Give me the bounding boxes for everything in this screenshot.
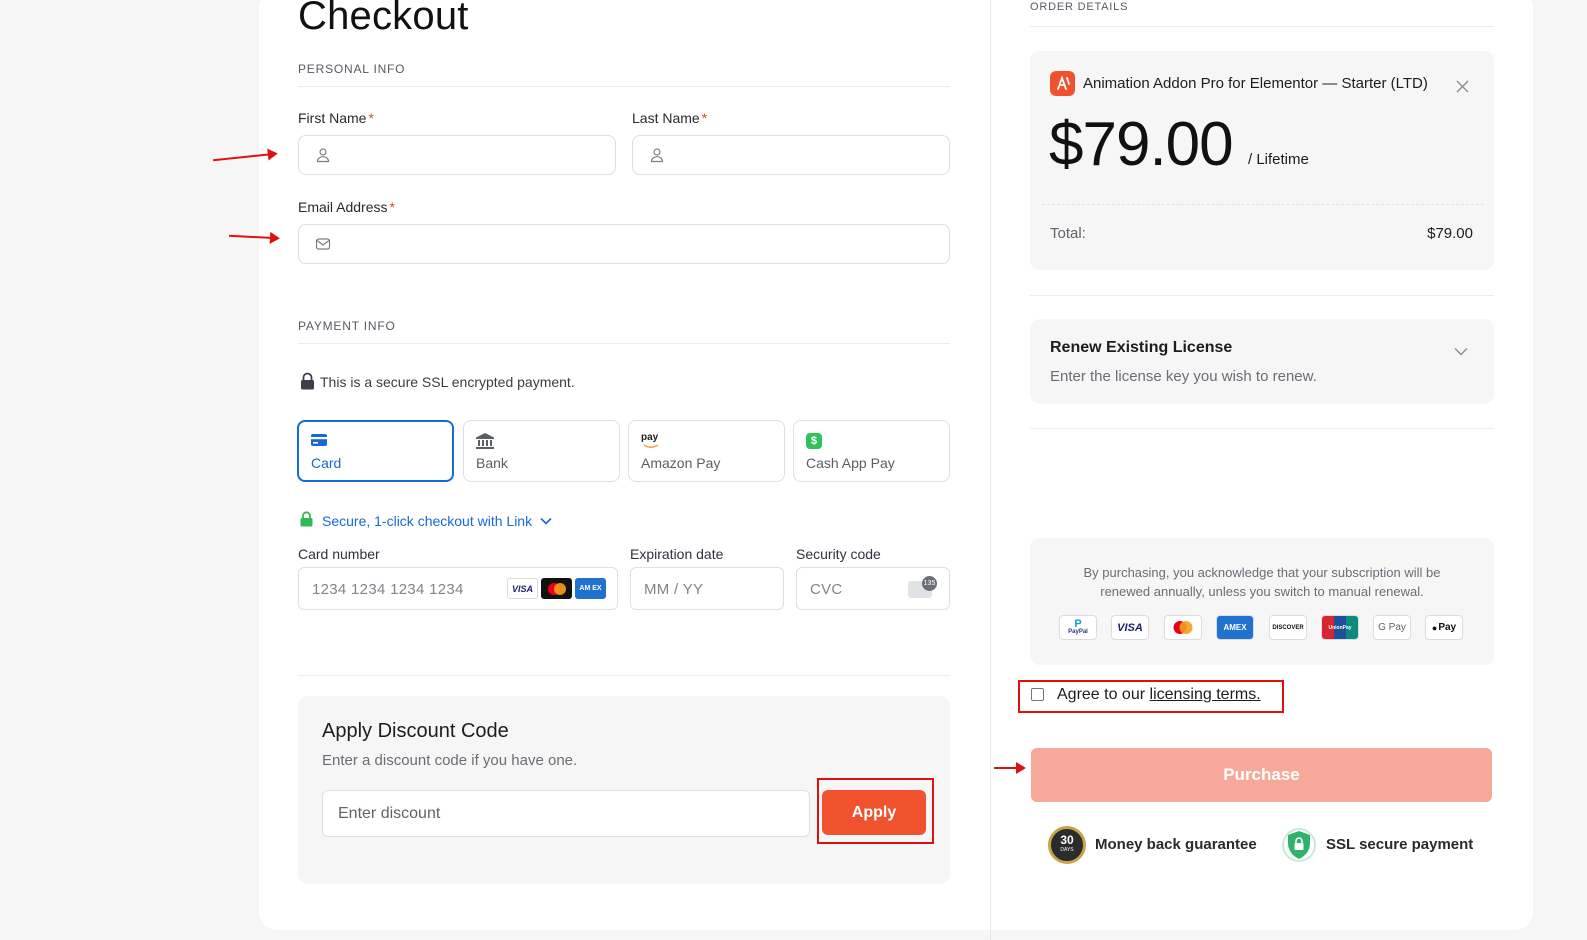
mastercard-icon: [541, 578, 572, 599]
payment-method-label: Card: [311, 455, 342, 471]
user-icon: [316, 148, 330, 163]
payment-method-label: Cash App Pay: [806, 455, 895, 471]
disclaimer-box: [1030, 538, 1494, 665]
annotation-highlight-box: [817, 778, 934, 844]
last-name-field[interactable]: [632, 135, 950, 175]
ssl-note: This is a secure SSL encrypted payment.: [320, 374, 575, 390]
total-value: $79.00: [1427, 225, 1473, 242]
link-lock-icon: [300, 511, 313, 527]
discount-title: Apply Discount Code: [322, 720, 509, 742]
discount-placeholder: Enter discount: [338, 805, 441, 822]
visa-icon: VISA: [507, 578, 538, 599]
product-name: Animation Addon Pro for Elementor — Star…: [1083, 75, 1428, 92]
amazon-pay-icon: pay: [641, 432, 659, 443]
apple-pay-icon: ● Pay: [1425, 615, 1463, 640]
lock-icon: [301, 372, 314, 390]
visa-icon: VISA: [1111, 615, 1149, 640]
expiry-placeholder: MM / YY: [644, 581, 704, 598]
personal-divider: [298, 86, 950, 87]
order-details-heading: ORDER DETAILS: [1030, 1, 1129, 13]
expiry-input[interactable]: MM / YY: [630, 567, 784, 610]
card-icon: [311, 434, 327, 446]
payment-method-card[interactable]: Card: [297, 420, 454, 482]
email-label: Email Address *: [298, 199, 395, 215]
unionpay-icon: UnionPay: [1321, 615, 1359, 640]
google-pay-icon: G Pay: [1373, 615, 1411, 640]
annotation-arrow: [994, 762, 1026, 774]
money-back-text: Money back guarantee: [1095, 836, 1257, 853]
annotation-highlight-box: [1018, 680, 1284, 713]
card-number-input[interactable]: 1234 1234 1234 1234 VISA AM EX: [298, 567, 618, 610]
amex-icon: AMEX: [1216, 615, 1254, 640]
link-checkout-toggle[interactable]: Secure, 1-click checkout with Link: [322, 513, 552, 529]
user-icon: [650, 148, 664, 163]
discount-divider: [298, 675, 950, 676]
email-field[interactable]: [298, 224, 950, 264]
cvc-badge: 135: [922, 576, 937, 591]
mastercard-icon: [1164, 615, 1202, 640]
payment-method-amazon-pay[interactable]: pay Amazon Pay: [628, 420, 785, 482]
amex-icon: AM EX: [575, 578, 606, 599]
cash-app-icon: $: [806, 433, 822, 449]
product-price: $79.00: [1049, 110, 1234, 179]
required-mark: *: [368, 110, 374, 126]
product-logo-icon: [1050, 71, 1075, 96]
payment-info-heading: PAYMENT INFO: [298, 319, 396, 333]
payment-method-cash-app[interactable]: $ Cash App Pay: [793, 420, 950, 482]
payment-method-label: Amazon Pay: [641, 455, 721, 471]
annotation-arrow: [228, 234, 279, 240]
total-divider: [1042, 204, 1484, 205]
ssl-shield-icon: [1282, 828, 1316, 862]
purchase-disclaimer: By purchasing, you acknowledge that your…: [1083, 565, 1441, 599]
expiry-label: Expiration date: [630, 546, 724, 562]
discount-subtitle: Enter a discount code if you have one.: [322, 752, 578, 769]
paypal-icon: P PayPal: [1059, 615, 1097, 640]
payment-method-bank[interactable]: Bank: [463, 420, 620, 482]
cvc-label: Security code: [796, 546, 881, 562]
personal-info-heading: PERSONAL INFO: [298, 62, 406, 76]
purchase-button[interactable]: Purchase: [1031, 748, 1492, 802]
order-divider: [1030, 26, 1494, 27]
page-title: Checkout: [298, 0, 469, 38]
ssl-secure-text: SSL secure payment: [1326, 836, 1474, 853]
mail-icon: [315, 238, 331, 250]
remove-item-close-icon[interactable]: [1456, 80, 1469, 93]
first-name-label: First Name *: [298, 110, 374, 126]
discount-input[interactable]: Enter discount: [322, 790, 810, 837]
payment-method-label: Bank: [476, 455, 508, 471]
renew-license-box[interactable]: [1030, 319, 1494, 404]
renew-title: Renew Existing License: [1050, 339, 1233, 356]
chevron-down-icon: [540, 517, 552, 525]
required-mark: *: [701, 110, 708, 126]
payment-divider: [298, 343, 950, 344]
total-label: Total:: [1050, 225, 1086, 242]
renew-bottom-divider: [1030, 428, 1494, 429]
required-mark: *: [389, 199, 395, 215]
first-name-field[interactable]: [298, 135, 616, 175]
amazon-smile-icon: [643, 444, 659, 448]
card-number-placeholder: 1234 1234 1234 1234: [312, 581, 464, 598]
cvc-placeholder: CVC: [810, 581, 843, 598]
renew-subtitle: Enter the license key you wish to renew.: [1050, 368, 1317, 385]
card-number-label: Card number: [298, 546, 380, 562]
last-name-label: Last Name *: [632, 110, 708, 126]
chevron-down-icon[interactable]: [1454, 347, 1468, 356]
cvc-card-icon: 135: [908, 576, 937, 598]
money-back-badge-icon: 30 DAYS: [1048, 826, 1086, 864]
price-period: / Lifetime: [1248, 151, 1309, 168]
bank-icon: [476, 433, 494, 449]
cvc-input[interactable]: CVC 135: [796, 567, 950, 610]
discover-icon: DISCOVER: [1269, 615, 1307, 640]
column-divider: [990, 0, 991, 940]
renew-top-divider: [1030, 295, 1494, 296]
link-checkout-text: Secure, 1-click checkout with Link: [322, 513, 533, 529]
